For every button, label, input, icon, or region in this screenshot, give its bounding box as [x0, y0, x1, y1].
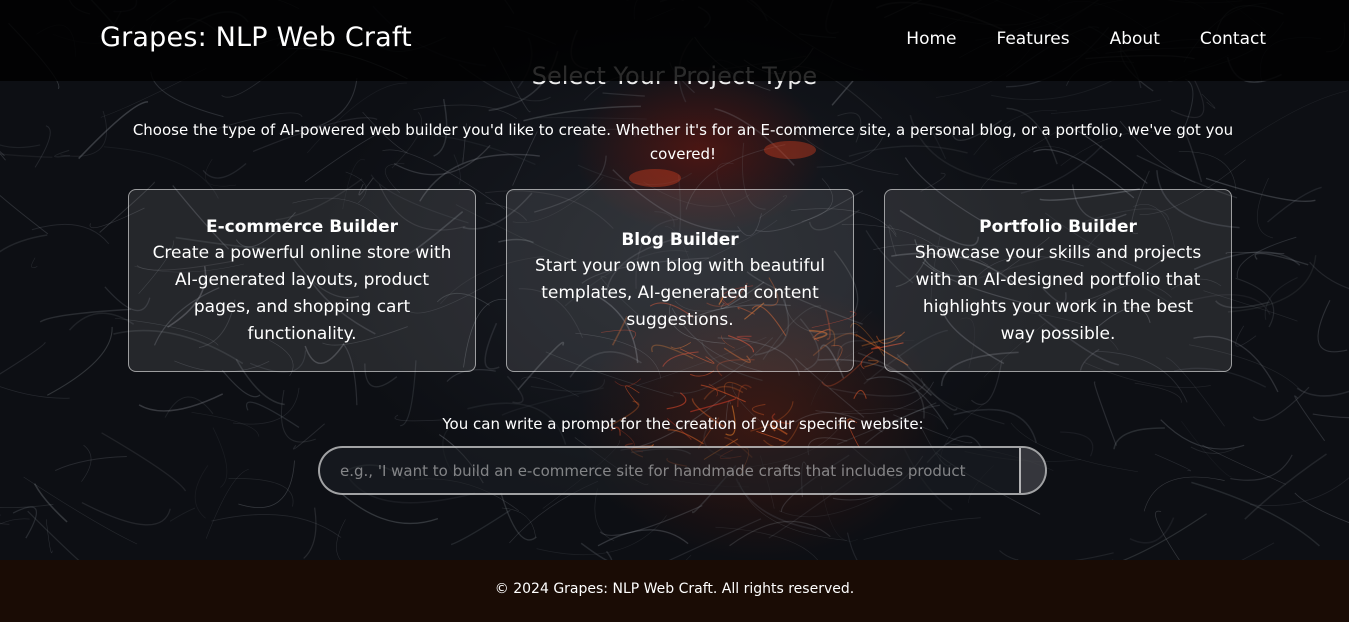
footer-copyright: © 2024 Grapes: NLP Web Craft. All rights… [494, 581, 855, 597]
card-blog-builder[interactable]: Blog Builder Start your own blog with be… [506, 189, 854, 372]
prompt-box [318, 446, 1047, 495]
nav-features-link[interactable]: Features [996, 29, 1069, 49]
intro-text: Choose the type of AI-powered web builde… [132, 121, 1234, 163]
nav-home-link[interactable]: Home [906, 29, 956, 49]
card-description: Showcase your skills and projects with a… [914, 242, 1202, 344]
card-title: E-commerce Builder [205, 216, 399, 237]
card-title: Blog Builder [621, 230, 739, 250]
card-ecommerce-builder[interactable]: E-commerce Builder Create a powerful onl… [128, 189, 476, 372]
prompt-label: You can write a prompt for the creation … [442, 415, 924, 433]
card-description: Create a powerful online store with AI-g… [152, 242, 452, 344]
nav-contact-link[interactable]: Contact [1200, 29, 1266, 49]
main-nav: Home Features About Contact [906, 29, 1266, 49]
site-header: Grapes: NLP Web Craft Home Features Abou… [0, 0, 1349, 81]
prompt-submit-button[interactable] [1019, 448, 1045, 493]
site-footer: © 2024 Grapes: NLP Web Craft. All rights… [0, 560, 1349, 622]
card-portfolio-builder[interactable]: Portfolio Builder Showcase your skills a… [884, 189, 1232, 372]
prompt-input[interactable] [320, 448, 1020, 493]
site-brand[interactable]: Grapes: NLP Web Craft [100, 22, 412, 53]
card-description: Start your own blog with beautiful templ… [535, 256, 825, 330]
card-title: Portfolio Builder [979, 216, 1137, 237]
nav-about-link[interactable]: About [1110, 29, 1160, 49]
project-type-cards: E-commerce Builder Create a powerful onl… [128, 189, 1232, 372]
